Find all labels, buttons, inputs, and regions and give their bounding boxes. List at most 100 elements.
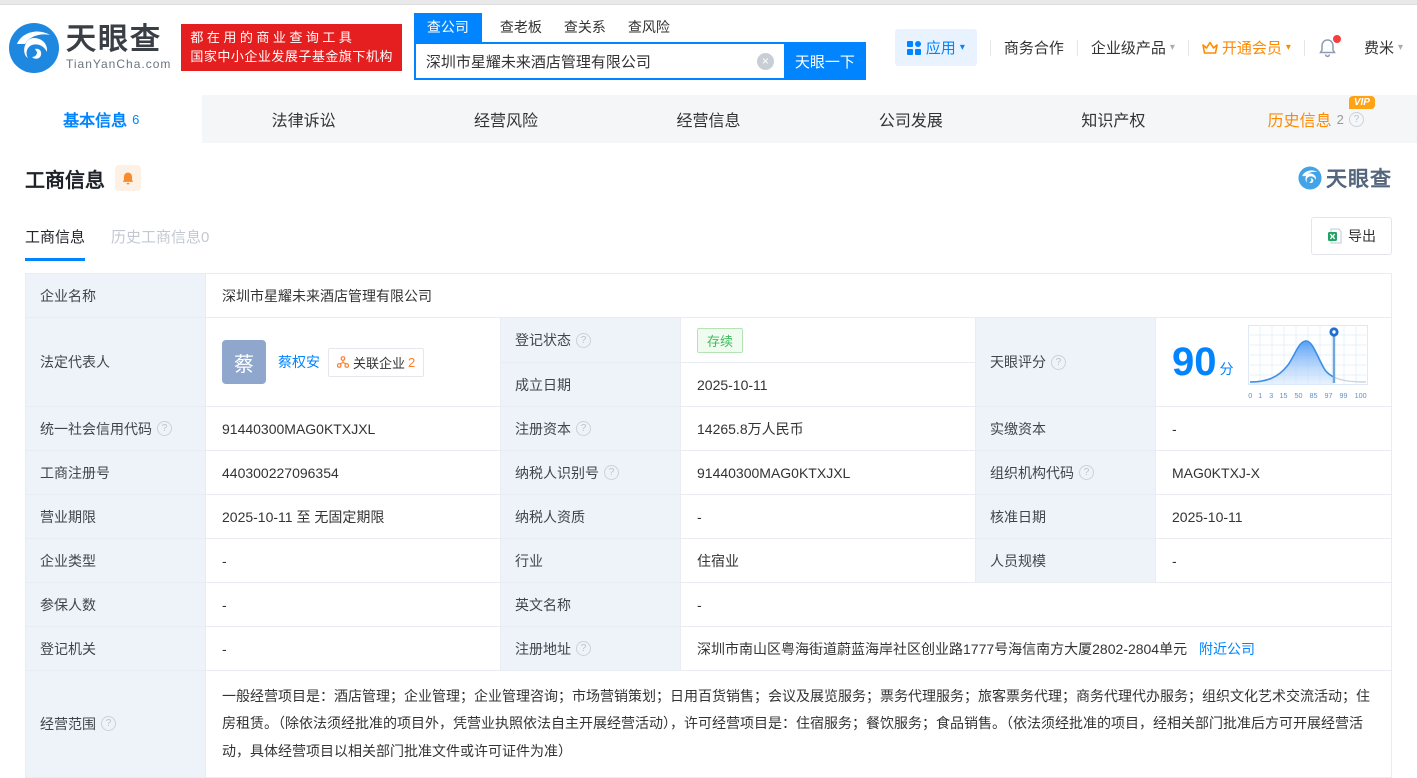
field-value-reg-authority: - — [205, 626, 501, 671]
tab-operating-risk[interactable]: 经营风险 — [405, 95, 607, 143]
related-companies-label: 关联企业 — [353, 355, 406, 371]
bell-icon — [122, 172, 134, 185]
field-value-industry: 住宿业 — [680, 538, 976, 583]
reg-status-label-text: 登记状态 — [515, 332, 571, 348]
tab-label: 法律诉讼 — [271, 113, 336, 130]
nav-apps-label: 应用 — [925, 40, 956, 57]
field-value-reg-number: 440300227096354 — [205, 450, 501, 495]
tab-label: 知识产权 — [1081, 113, 1146, 130]
field-value-staff-size: - — [1155, 538, 1392, 583]
help-icon[interactable]: ? — [1051, 354, 1066, 370]
related-companies-badge[interactable]: 关联企业 2 — [328, 347, 425, 377]
nav-open-vip[interactable]: 开通会员 ▾ — [1202, 37, 1291, 58]
field-value-paid-capital: - — [1155, 406, 1392, 451]
tab-label: 经营信息 — [676, 113, 741, 130]
divider — [1303, 39, 1305, 56]
field-value-reg-status: 存续 — [680, 317, 976, 363]
field-label-taxpayer-quality: 纳税人资质 — [500, 494, 681, 539]
watermark-text: 天眼查 — [1326, 168, 1392, 191]
logo-domain: TianYanCha.com — [66, 56, 172, 71]
nav-user-menu[interactable]: 费米 ▾ — [1364, 37, 1403, 58]
clear-search-icon[interactable]: × — [756, 52, 774, 70]
export-label: 导出 — [1348, 228, 1376, 244]
nav-apps[interactable]: 应用 ▾ — [894, 29, 977, 66]
nav-cooperation[interactable]: 商务合作 — [1004, 37, 1064, 58]
field-label-company-type: 企业类型 — [25, 538, 206, 583]
field-value-taxpayer-quality: - — [680, 494, 976, 539]
tab-count: 2 — [1336, 111, 1344, 127]
legal-rep-name-link[interactable]: 蔡权安 — [278, 352, 320, 372]
field-label-staff-size: 人员规模 — [975, 538, 1156, 583]
field-label-establish-date: 成立日期 — [500, 362, 681, 407]
navbar-right: 应用 ▾ 商务合作 企业级产品 ▾ 开通会员 ▾ 费米 ▾ — [894, 29, 1403, 66]
divider — [1350, 40, 1351, 56]
field-label-insured-count: 参保人数 — [25, 582, 206, 627]
tab-history-info[interactable]: VIP 历史信息 2 ? — [1215, 95, 1417, 143]
slogan-line1: 都在用的商业查询工具 — [190, 29, 356, 45]
search-tab-relation[interactable]: 查关系 — [564, 17, 606, 42]
search-tab-company[interactable]: 查公司 — [413, 13, 482, 42]
search-button[interactable]: 天眼一下 — [783, 42, 866, 80]
field-value-approval-date: 2025-10-11 — [1155, 494, 1392, 539]
subtab-business-info[interactable]: 工商信息 — [25, 226, 86, 261]
help-icon[interactable]: ? — [576, 421, 591, 436]
score-curve-chart: 01 3 15 50 85 97 99 100 — [1247, 324, 1368, 400]
field-label-taxpayer-id: 纳税人识别号 ? — [500, 450, 681, 495]
notifications-bell[interactable] — [1318, 34, 1341, 58]
nav-vip-label: 开通会员 — [1221, 40, 1282, 57]
score-label-text: 天眼评分 — [990, 354, 1046, 370]
org-chart-icon — [337, 356, 349, 368]
tab-intellectual-property[interactable]: 知识产权 — [1012, 95, 1214, 143]
field-label-industry: 行业 — [500, 538, 681, 583]
monitor-bell-button[interactable] — [115, 165, 141, 191]
tab-company-development[interactable]: 公司发展 — [810, 95, 1012, 143]
vip-badge: VIP — [1348, 96, 1375, 109]
help-icon[interactable]: ? — [1079, 465, 1094, 480]
notification-dot — [1332, 34, 1341, 43]
vip-crown-icon — [1202, 41, 1218, 54]
field-label-org-code: 组织机构代码 ? — [975, 450, 1156, 495]
help-icon[interactable]: ? — [576, 641, 591, 656]
search-tab-risk[interactable]: 查风险 — [628, 17, 670, 42]
field-label-credit-code: 统一社会信用代码 ? — [25, 406, 206, 451]
field-value-insured-count: - — [205, 582, 501, 627]
tab-basic-info[interactable]: 基本信息 6 — [0, 95, 203, 143]
field-label-approval-date: 核准日期 — [975, 494, 1156, 539]
score-unit: 分 — [1219, 361, 1234, 377]
search-input[interactable] — [415, 52, 757, 70]
help-icon[interactable]: ? — [1348, 111, 1364, 127]
field-label-reg-status: 登记状态 ? — [500, 317, 681, 363]
field-value-company-type: - — [205, 538, 501, 583]
subtab-history-business-info[interactable]: 历史工商信息0 — [111, 226, 209, 261]
field-label-legal-rep: 法定代表人 — [25, 317, 206, 407]
field-label-paid-capital: 实缴资本 — [975, 406, 1156, 451]
help-icon[interactable]: ? — [576, 332, 591, 348]
field-label-reg-address: 注册地址 ? — [500, 626, 681, 671]
help-icon[interactable]: ? — [157, 421, 172, 436]
search-tab-boss[interactable]: 查老板 — [500, 17, 542, 42]
field-label-english-name: 英文名称 — [500, 582, 681, 627]
business-scope-label-text: 经营范围 — [40, 715, 96, 732]
help-icon[interactable]: ? — [101, 716, 116, 732]
nav-enterprise-products[interactable]: 企业级产品 ▾ — [1091, 37, 1175, 58]
field-value-legal-rep: 蔡 蔡权安 关联企业 2 — [205, 317, 501, 407]
tianyancha-logo[interactable]: 天眼查 TianYanCha.com — [8, 22, 171, 74]
related-companies-count: 2 — [408, 354, 416, 370]
tab-count: 6 — [132, 111, 140, 127]
tab-legal-litigation[interactable]: 法律诉讼 — [202, 95, 404, 143]
nearby-companies-link[interactable]: 附近公司 — [1199, 641, 1255, 657]
legal-rep-avatar[interactable]: 蔡 — [222, 340, 266, 384]
apps-grid-icon — [906, 40, 921, 55]
field-value-company-name: 深圳市星耀未来酒店管理有限公司 — [205, 273, 1392, 318]
field-value-score: 90 分 0 1 3 15 50 85 97 99 100 — [1155, 317, 1392, 407]
tab-label: 基本信息 — [63, 113, 128, 130]
export-button[interactable]: 导出 — [1311, 217, 1392, 255]
company-tab-bar: 基本信息 6 法律诉讼 经营风险 经营信息 公司发展 知识产权 VIP 历史信息… — [0, 95, 1417, 143]
help-icon[interactable]: ? — [604, 465, 619, 480]
brand-slogan: 都在用的商业查询工具 国家中小企业发展子基金旗下机构 — [181, 23, 402, 72]
username: 费米 — [1363, 40, 1394, 57]
divider — [989, 39, 991, 56]
field-value-reg-capital: 14265.8万人民币 — [680, 406, 976, 451]
tab-business-info[interactable]: 经营信息 — [607, 95, 809, 143]
tianyancha-logo-icon — [9, 22, 59, 73]
